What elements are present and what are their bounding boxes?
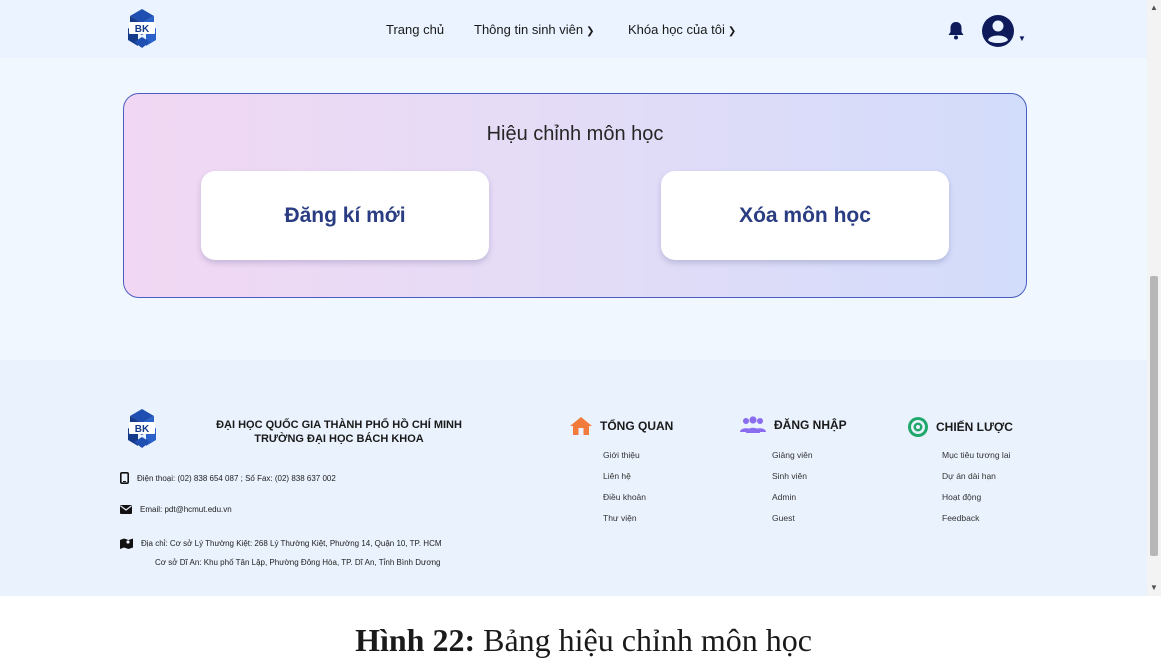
caption-label: Hình 22: bbox=[355, 622, 476, 658]
map-icon bbox=[120, 538, 133, 549]
figure-caption: Hình 22: Bảng hiệu chỉnh môn học bbox=[0, 622, 1167, 659]
phone-icon bbox=[120, 472, 129, 484]
contact-phone: Điện thoại: (02) 838 654 087 ; Số Fax: (… bbox=[120, 472, 336, 484]
footer-link-admin[interactable]: Admin bbox=[772, 492, 796, 502]
caption-text: Bảng hiệu chỉnh môn học bbox=[475, 622, 812, 658]
panel-title: Hiệu chỉnh môn học bbox=[486, 123, 664, 145]
footer-heading-overview: TỔNG QUAN bbox=[569, 416, 673, 436]
target-icon bbox=[908, 417, 928, 437]
top-navbar: BK Trang chủ Thông tin sinh viên ❯ Khóa h… bbox=[0, 0, 1147, 58]
university-line-2: TRƯỜNG ĐẠI HỌC BÁCH KHOA bbox=[254, 433, 424, 445]
browser-viewport: BK Trang chủ Thông tin sinh viên ❯ Khóa h… bbox=[0, 0, 1147, 596]
overview-heading-text: TỔNG QUAN bbox=[600, 419, 674, 433]
nav-my-courses[interactable]: Khóa học của tôi ❯ bbox=[628, 22, 736, 37]
address-line-1: Địa chỉ: Cơ sở Lý Thường Kiệt: 268 Lý Th… bbox=[141, 539, 442, 548]
envelope-icon bbox=[120, 505, 132, 514]
delete-course-button[interactable]: Xóa môn học bbox=[661, 171, 949, 260]
scroll-up-arrow-icon[interactable]: ▲ bbox=[1147, 4, 1161, 12]
footer-link-future-goals[interactable]: Mục tiêu tương lai bbox=[942, 450, 1010, 460]
vertical-scrollbar[interactable]: ▲ ▼ bbox=[1147, 0, 1161, 596]
register-new-button[interactable]: Đăng kí mới bbox=[201, 171, 489, 260]
users-icon bbox=[740, 416, 766, 433]
chevron-down-icon: ❯ bbox=[586, 26, 595, 37]
footer-link-terms[interactable]: Điều khoản bbox=[603, 492, 646, 502]
nav-student-info-label: Thông tin sinh viên bbox=[474, 22, 584, 37]
edit-course-panel: Hiệu chỉnh môn học Đăng kí mới Xóa môn h… bbox=[123, 93, 1027, 298]
nav-student-info[interactable]: Thông tin sinh viên ❯ bbox=[474, 22, 595, 37]
footer-link-about[interactable]: Giới thiệu bbox=[603, 450, 640, 460]
chevron-down-icon: ❯ bbox=[727, 26, 737, 37]
nav-my-courses-label: Khóa học của tôi bbox=[628, 22, 725, 37]
email-text: Email: pdt@hcmut.edu.vn bbox=[140, 505, 232, 514]
user-avatar-icon[interactable] bbox=[980, 14, 1016, 48]
caret-down-icon[interactable]: ▼ bbox=[1018, 34, 1026, 43]
footer-link-contact[interactable]: Liên hệ bbox=[603, 471, 631, 481]
footer-heading-strategy: CHIẾN LƯỢC bbox=[907, 416, 1013, 438]
footer: BK ĐẠI HỌC QUỐC GIA THÀNH PHỐ HỒ CHÍ MIN… bbox=[0, 360, 1147, 596]
footer-link-student[interactable]: Sinh viên bbox=[772, 471, 807, 481]
footer-link-activities[interactable]: Hoạt động bbox=[942, 492, 981, 502]
scrollbar-thumb[interactable] bbox=[1150, 276, 1158, 556]
footer-link-feedback[interactable]: Feedback bbox=[942, 513, 979, 523]
strategy-heading-text: CHIẾN LƯỢC bbox=[936, 420, 1013, 434]
footer-link-library[interactable]: Thư viện bbox=[603, 513, 637, 523]
scroll-down-arrow-icon[interactable]: ▼ bbox=[1147, 584, 1161, 592]
phone-text: Điện thoại: (02) 838 654 087 ; Số Fax: (… bbox=[137, 473, 336, 483]
house-icon bbox=[570, 417, 592, 435]
university-names: ĐẠI HỌC QUỐC GIA THÀNH PHỐ HỒ CHÍ MINH T… bbox=[175, 418, 503, 446]
footer-link-lecturer[interactable]: Giảng viên bbox=[772, 450, 813, 460]
login-heading-text: ĐĂNG NHẬP bbox=[774, 418, 847, 432]
bk-logo[interactable]: BK bbox=[120, 8, 164, 50]
logo-text: BK bbox=[135, 24, 150, 35]
footer-link-guest[interactable]: Guest bbox=[772, 513, 795, 523]
footer-bk-logo: BK bbox=[120, 408, 164, 450]
address-line-2: Cơ sở Dĩ An: Khu phố Tân Lập, Phường Đôn… bbox=[155, 558, 441, 567]
nav-home-label: Trang chủ bbox=[386, 22, 445, 37]
contact-address: Địa chỉ: Cơ sở Lý Thường Kiệt: 268 Lý Th… bbox=[120, 538, 442, 549]
footer-heading-login: ĐĂNG NHẬP bbox=[739, 416, 847, 434]
contact-email: Email: pdt@hcmut.edu.vn bbox=[120, 505, 232, 514]
bell-icon[interactable] bbox=[947, 20, 965, 40]
nav-home[interactable]: Trang chủ bbox=[386, 22, 444, 37]
footer-logo-text: BK bbox=[135, 424, 150, 435]
footer-link-long-term-projects[interactable]: Dự án dài hạn bbox=[942, 471, 996, 481]
university-line-1: ĐẠI HỌC QUỐC GIA THÀNH PHỐ HỒ CHÍ MINH bbox=[216, 419, 462, 431]
